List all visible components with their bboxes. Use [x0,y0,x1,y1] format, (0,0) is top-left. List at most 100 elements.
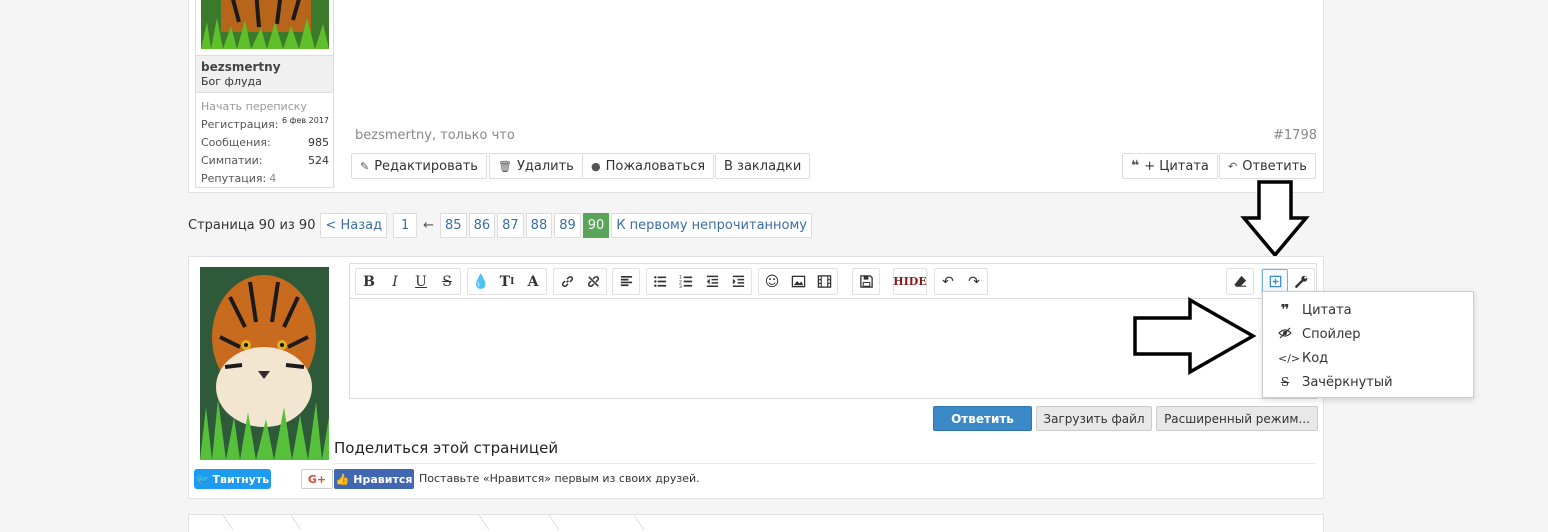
thumbs-up-icon: 👍 [335,472,350,486]
stat-value[interactable]: 985 [308,136,329,149]
bullet-list-icon[interactable] [647,269,673,294]
stat-label: Репутация: [201,171,267,185]
advanced-mode-button[interactable]: Расширенный режим... [1156,406,1318,431]
stat-label: Симпатии: [201,153,263,167]
redo-icon[interactable]: ↷ [961,269,987,294]
toolbar-group-hide: HIDE [893,268,927,295]
toolbar-group-insert: ☺ [758,268,838,295]
unlink-icon[interactable] [580,269,606,294]
toolbar-group-history: ↶ ↷ [934,268,988,295]
delete-label: Удалить [516,158,574,174]
draft-icon[interactable] [853,269,879,294]
upload-file-button[interactable]: Загрузить файл [1036,406,1152,431]
code-icon: </> [1278,351,1301,365]
underline-icon[interactable]: U [408,269,434,294]
bottom-breadcrumb-bar [188,514,1324,532]
current-page[interactable]: 90 [582,212,610,238]
right-arrow-annotation [1133,296,1257,376]
alert-icon: ● [591,159,601,173]
insert-dropdown-menu: ❞ Цитата Спойлер </> Код S Зачёркнутый [1262,291,1474,398]
previous-post: bezsmertny Бог флуда Начать переписку Ре… [188,0,1324,193]
spoiler-icon [1278,327,1292,342]
dropdown-item-quote[interactable]: ❞ Цитата [1263,298,1473,322]
report-label: Пожаловаться [605,158,706,174]
font-family-icon[interactable]: A [520,269,546,294]
user-avatar[interactable] [201,0,329,49]
strike-icon[interactable]: S [434,269,460,294]
eraser-icon[interactable] [1227,269,1253,294]
page-link[interactable]: 89 [554,212,581,238]
username[interactable]: bezsmertny [201,60,328,74]
stat-registration: Регистрация: 6 фев 2017 [201,115,329,133]
quote-label: + Цитата [1144,158,1209,174]
indent-icon[interactable] [725,269,751,294]
image-icon[interactable] [785,269,811,294]
edit-label: Редактировать [374,158,478,174]
bold-icon[interactable]: B [356,269,382,294]
reply-post-button[interactable]: ↶ Ответить [1219,153,1316,179]
dropdown-item-label: Спойлер [1302,326,1361,342]
my-avatar[interactable] [200,267,329,460]
report-button[interactable]: ● Пожаловаться [582,153,715,179]
dropdown-item-spoiler[interactable]: Спойлер [1263,322,1473,346]
toolbar-group-font: 💧 TI A [467,268,547,295]
delete-button[interactable]: 🗑 Удалить [489,153,583,179]
user-stats: Начать переписку Регистрация: 6 фев 2017… [201,100,329,187]
page-link[interactable]: 87 [497,212,524,238]
svg-text:3: 3 [679,284,682,289]
toolbar-group-draft [852,268,880,295]
outdent-icon[interactable] [699,269,725,294]
reply-submit-button[interactable]: Ответить [933,406,1032,431]
color-icon[interactable]: 💧 [468,269,494,294]
media-icon[interactable] [811,269,837,294]
tweet-label: Твитнуть [212,472,270,486]
dropdown-item-strikethrough[interactable]: S Зачёркнутый [1263,370,1473,394]
user-info-panel: bezsmertny Бог флуда Начать переписку Ре… [195,0,334,188]
twitter-bird-icon: 🐦 [195,472,210,486]
share-title: Поделиться этой страницей [334,439,559,457]
facebook-like-text: Поставьте «Нравится» первым из своих дру… [419,472,700,485]
smilie-icon[interactable]: ☺ [759,269,785,294]
link-icon[interactable] [554,269,580,294]
number-list-icon[interactable]: 123 [673,269,699,294]
start-conversation-link[interactable]: Начать переписку [201,100,329,113]
bookmark-label: В закладки [724,158,802,174]
dropdown-item-label: Цитата [1302,302,1352,318]
first-unread-link[interactable]: К первому непрочитанному [611,212,812,238]
font-size-icon[interactable]: TI [494,269,520,294]
hide-icon[interactable]: HIDE [893,269,926,294]
tweet-button[interactable]: 🐦 Твитнуть [194,469,271,489]
stat-value: 4 [269,171,277,185]
facebook-like-button[interactable]: 👍 Нравится [334,469,414,489]
down-arrow-annotation [1240,180,1310,258]
page-link[interactable]: 1 [393,212,418,238]
stat-value: 6 фев 2017 [281,116,329,125]
reply-label: Ответить [1242,158,1307,174]
italic-icon[interactable]: I [382,269,408,294]
google-plus-button[interactable]: G+ [301,469,333,489]
breadcrumb-separators [222,515,645,531]
post-meta[interactable]: bezsmertny, только что [355,128,515,143]
dropdown-item-code[interactable]: </> Код [1263,346,1473,370]
trash-icon: 🗑 [498,159,512,173]
bookmark-button[interactable]: В закладки [715,153,811,179]
toolbar-group-eraser [1226,268,1254,295]
stat-value: 524 [308,153,329,167]
user-title: Бог флуда [201,75,262,88]
editor-toolbar: B I U S 💧 TI A 1 2 3 ☺ HIDE ↶ ↷ [350,264,1316,299]
page-link[interactable]: 86 [468,212,496,238]
prev-page-link[interactable]: < Назад [320,212,388,238]
undo-icon[interactable]: ↶ [935,269,961,294]
quote-button[interactable]: ❝ + Цитата [1122,153,1218,179]
toolbar-group-format: B I U S [355,268,461,295]
toolbar-group-align [612,268,640,295]
page-link[interactable]: 85 [440,212,467,238]
page-navigation: Страница 90 из 90 < Назад 1 ← 85 86 87 8… [188,212,812,238]
align-icon[interactable] [613,269,639,294]
page-link[interactable]: 88 [525,212,553,238]
edit-button[interactable]: ✎ Редактировать [351,153,487,179]
stat-reputation: Репутация: 4 [201,169,329,187]
page-jump-arrow[interactable]: ← [419,213,438,238]
post-number[interactable]: #1798 [1273,128,1317,143]
quote-icon: ❞ [1280,301,1290,319]
